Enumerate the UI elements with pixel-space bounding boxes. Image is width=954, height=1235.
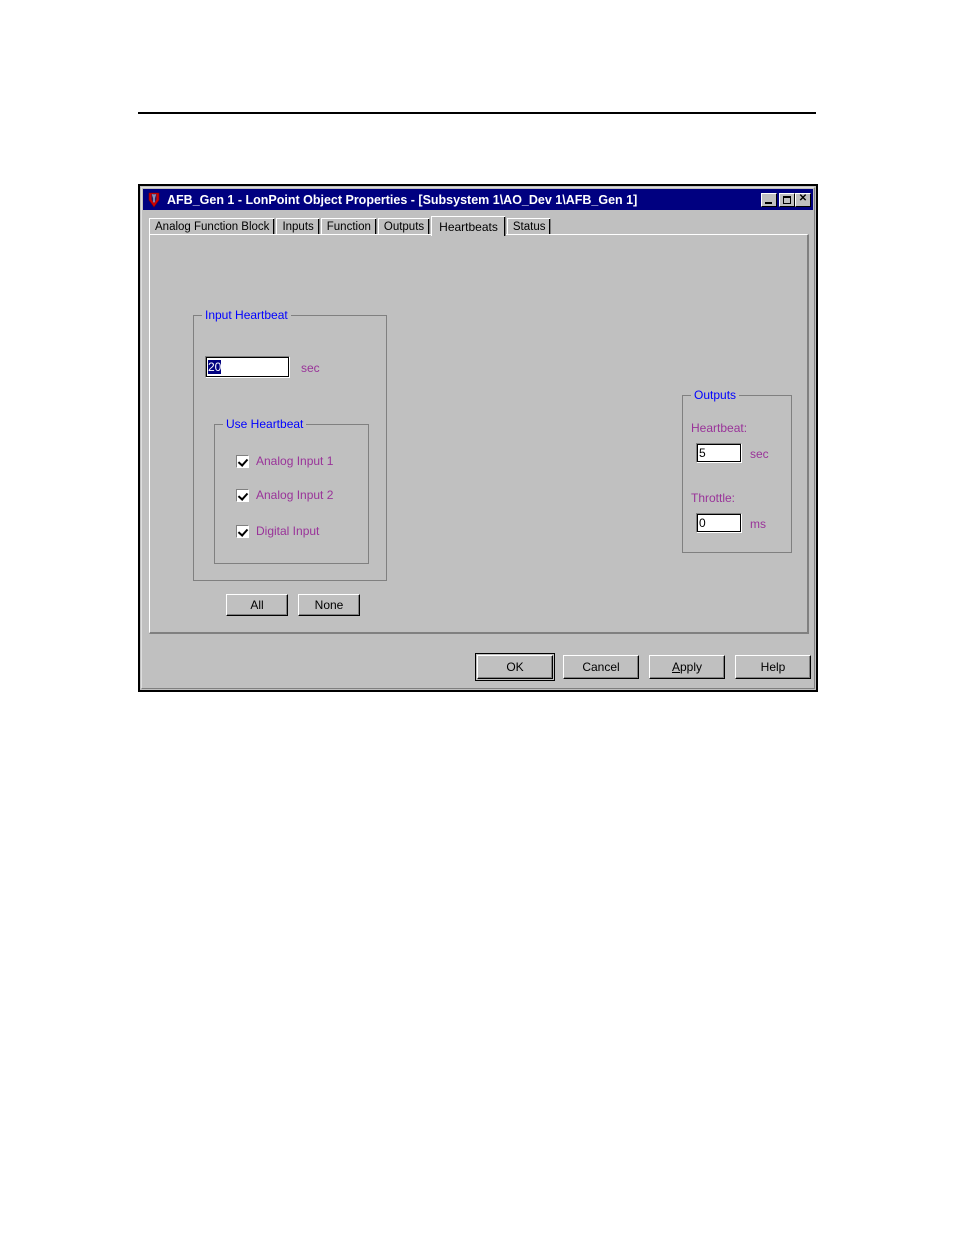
input-heartbeat-value: 20 [208, 360, 222, 374]
checkbox-row-analog-input-1[interactable]: Analog Input 1 [236, 454, 333, 468]
window-controls: ✕ [761, 192, 811, 207]
input-heartbeat-unit-label: sec [301, 361, 320, 375]
checkbox-row-analog-input-2[interactable]: Analog Input 2 [236, 488, 333, 502]
page-header-rule [138, 112, 816, 114]
checkbox-digital-input-label: Digital Input [256, 524, 320, 538]
input-heartbeat-value-field[interactable]: 20 [205, 356, 290, 378]
close-icon[interactable]: ✕ [795, 192, 811, 207]
checkbox-row-digital-input[interactable]: Digital Input [236, 524, 319, 538]
outputs-throttle-value: 0 [699, 516, 706, 530]
outputs-throttle-field[interactable]: 0 [696, 513, 742, 533]
select-none-button[interactable]: None [298, 594, 360, 616]
tab-strip: Analog Function Block Inputs Function Ou… [149, 216, 809, 236]
minimize-button[interactable] [761, 192, 777, 207]
outputs-throttle-label: Throttle: [691, 491, 736, 505]
lonpoint-app-icon [146, 192, 162, 208]
properties-dialog-window: AFB_Gen 1 - LonPoint Object Properties -… [138, 184, 818, 692]
apply-button[interactable]: Apply [649, 655, 725, 679]
outputs-heartbeat-label: Heartbeat: [691, 421, 748, 435]
heartbeats-tab-panel: Input Heartbeat Use Heartbeat 20 sec Ana… [149, 234, 809, 634]
apply-button-mnemonic: A [671, 660, 680, 674]
tab-status[interactable]: Status [506, 218, 552, 235]
input-heartbeat-group-title: Input Heartbeat [202, 308, 291, 322]
maximize-button[interactable] [779, 192, 795, 207]
checkbox-analog-input-1-label: Analog Input 1 [256, 454, 334, 468]
checkbox-analog-input-1-icon[interactable] [236, 454, 249, 468]
apply-button-label-rest: pply [680, 660, 703, 674]
help-button[interactable]: Help [735, 655, 811, 679]
window-title: AFB_Gen 1 - LonPoint Object Properties -… [167, 192, 638, 207]
outputs-heartbeat-field[interactable]: 5 [696, 443, 742, 463]
tab-outputs[interactable]: Outputs [377, 218, 431, 235]
tab-inputs[interactable]: Inputs [276, 218, 320, 235]
outputs-heartbeat-unit-label: sec [750, 447, 769, 461]
outputs-throttle-unit-label: ms [750, 517, 766, 531]
checkbox-analog-input-2-label: Analog Input 2 [256, 488, 334, 502]
title-bar: AFB_Gen 1 - LonPoint Object Properties -… [143, 189, 813, 210]
tab-function[interactable]: Function [320, 218, 377, 235]
cancel-button[interactable]: Cancel [563, 655, 639, 679]
input-heartbeat-groupbox: Input Heartbeat Use Heartbeat [193, 308, 387, 581]
dialog-button-bar: OK Cancel Apply Help [140, 653, 816, 681]
checkbox-analog-input-2-icon[interactable] [236, 488, 249, 502]
outputs-heartbeat-value: 5 [699, 446, 706, 460]
tab-heartbeats[interactable]: Heartbeats [431, 216, 506, 236]
outputs-group-title: Outputs [691, 388, 740, 402]
ok-button[interactable]: OK [475, 653, 555, 681]
checkbox-digital-input-icon[interactable] [236, 524, 249, 538]
use-heartbeat-group-title: Use Heartbeat [223, 417, 307, 431]
tab-analog-function-block[interactable]: Analog Function Block [149, 218, 276, 235]
select-all-button[interactable]: All [226, 594, 288, 616]
